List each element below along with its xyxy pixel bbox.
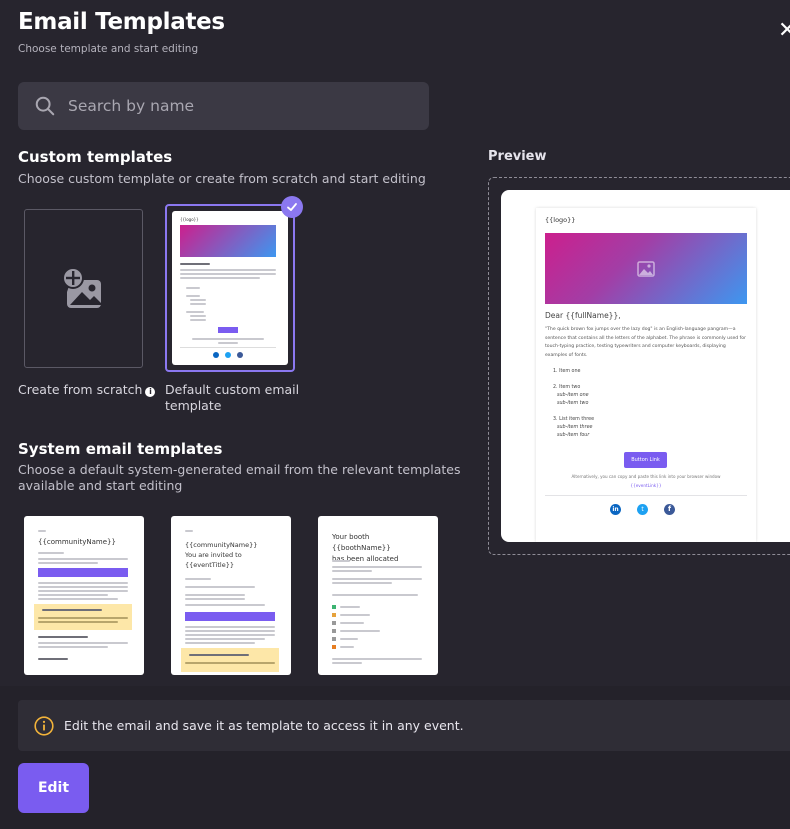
- preview-label: Preview: [488, 149, 547, 164]
- preview-alt-text: Alternatively, you can copy and paste th…: [571, 474, 721, 479]
- system-template-card[interactable]: {{communityName}} You are invited to {{e…: [171, 516, 291, 675]
- selected-check-icon: [281, 196, 303, 218]
- create-from-scratch-card[interactable]: [24, 209, 143, 368]
- preview-banner: [545, 233, 747, 304]
- info-notice: Edit the email and save it as template t…: [18, 700, 790, 751]
- preview-list: 1. Item one 2. Item two sub-item one sub…: [553, 368, 594, 440]
- preview-sub-item: sub-item one: [557, 393, 589, 398]
- preview-event-link: {{eventLink}}: [630, 483, 662, 488]
- system-card-heading: {{communityName}} You are invited to {{e…: [185, 540, 257, 570]
- page-subtitle: Choose template and start editing: [18, 43, 199, 55]
- info-circle-icon: [34, 715, 54, 736]
- preview-sub-item: sub-item three: [557, 425, 593, 430]
- system-card-heading-line: {{communityName}}: [185, 541, 258, 549]
- preview-divider: [545, 495, 747, 496]
- preview-email: {{logo}} Dear {{fullName}}, "The quick b…: [536, 208, 756, 542]
- system-card-heading-line: You are invited to: [185, 551, 242, 559]
- create-from-scratch-label[interactable]: Create from scratch i: [18, 382, 156, 398]
- twitter-icon: t: [637, 504, 648, 515]
- preview-button-link: Button Link: [624, 452, 667, 468]
- system-card-heading-line: Your booth {{boothName}}: [332, 533, 391, 552]
- info-icon[interactable]: i: [145, 387, 156, 397]
- preview-list-item: 3. List item three: [553, 417, 595, 422]
- search-input[interactable]: [68, 97, 388, 115]
- edit-button[interactable]: Edit: [18, 763, 89, 813]
- create-from-scratch-text: Create from scratch: [18, 382, 143, 397]
- system-description-line1: Choose a default system-generated email …: [18, 462, 461, 477]
- image-placeholder-icon: [637, 260, 655, 277]
- add-image-icon: [61, 266, 101, 308]
- custom-templates-description: Choose custom template or create from sc…: [18, 171, 426, 186]
- info-notice-text: Edit the email and save it as template t…: [64, 718, 464, 733]
- default-label-line1: Default custom email: [165, 382, 300, 397]
- custom-templates-heading: Custom templates: [18, 148, 173, 166]
- close-icon[interactable]: ✕: [778, 20, 790, 42]
- system-card-heading-line: {{eventTitle}}: [185, 561, 234, 569]
- preview-logo-placeholder: {{logo}}: [545, 216, 576, 224]
- system-templates-description: Choose a default system-generated email …: [18, 462, 460, 494]
- search-box[interactable]: [18, 82, 429, 130]
- default-custom-template-label[interactable]: Default custom email template: [165, 382, 299, 414]
- system-template-card[interactable]: Your booth {{boothName}} has been alloca…: [318, 516, 438, 675]
- preview-card: {{logo}} Dear {{fullName}}, "The quick b…: [501, 190, 790, 542]
- facebook-icon: f: [664, 504, 675, 515]
- system-card-heading: {{communityName}}: [38, 538, 116, 546]
- default-custom-template-card[interactable]: {{logo}}: [165, 204, 295, 372]
- search-icon: [35, 96, 55, 116]
- preview-list-item: 1. Item one: [553, 369, 581, 374]
- preview-sub-item: sub-item four: [557, 433, 590, 438]
- preview-greeting: Dear {{fullName}},: [545, 311, 621, 320]
- linkedin-icon: in: [610, 504, 621, 515]
- preview-list-item: 2. Item two: [553, 385, 581, 390]
- preview-body: "The quick brown fox jumps over the lazy…: [545, 327, 746, 358]
- system-template-card[interactable]: {{communityName}}: [24, 516, 144, 675]
- system-templates-heading: System email templates: [18, 440, 223, 458]
- preview-sub-item: sub-item two: [557, 401, 589, 406]
- default-template-thumbnail: {{logo}}: [172, 211, 288, 365]
- system-description-line2: available and start editing: [18, 478, 183, 493]
- page-title: Email Templates: [18, 9, 225, 35]
- default-label-line2: template: [165, 398, 222, 413]
